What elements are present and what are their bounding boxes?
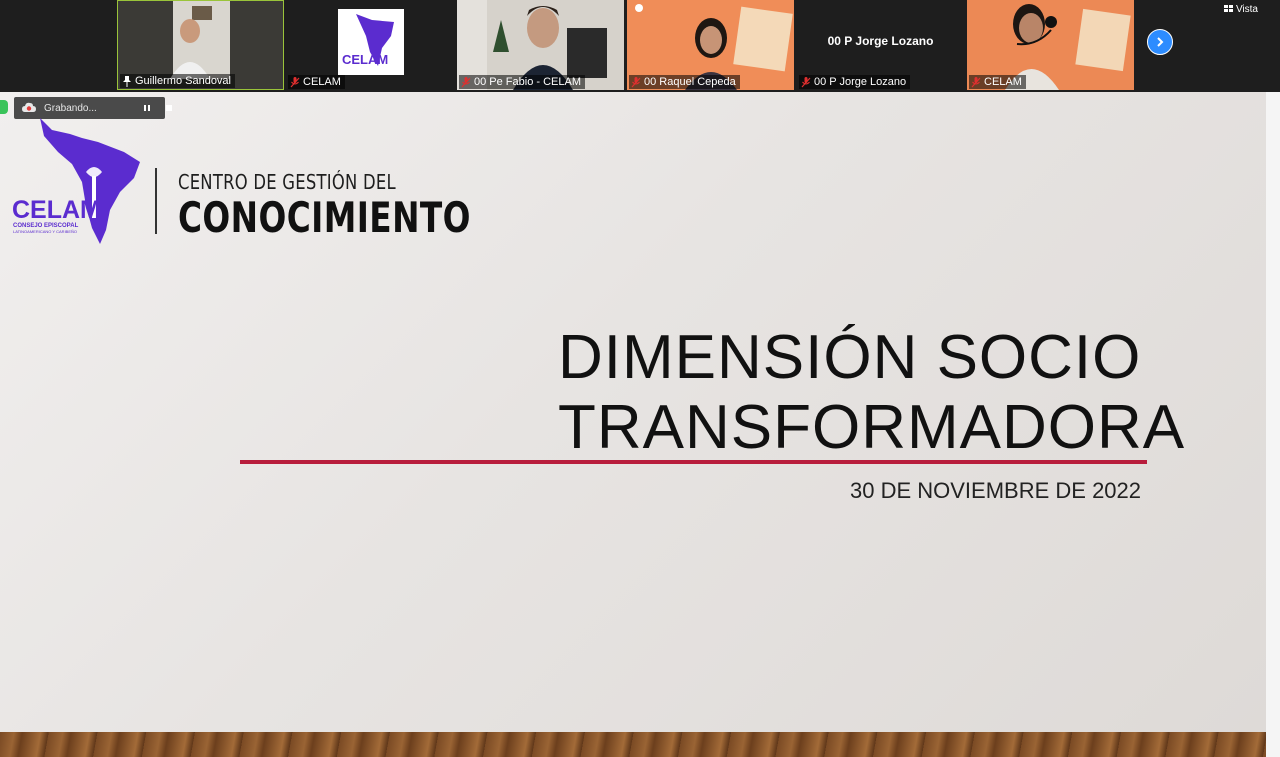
slide-floor-border	[0, 732, 1266, 757]
participant-tile-celam-host[interactable]: CELAM	[967, 0, 1134, 90]
participant-strip: Guillermo Sandoval CELAM CELAM 00 Pe Fab…	[0, 0, 1280, 92]
video-off-name: 00 P Jorge Lozano	[827, 34, 934, 48]
title-underline	[240, 460, 1147, 464]
logo-brand-sub2: LATINOAMERICANO Y CARIBEÑO	[13, 229, 77, 234]
participant-label: Guillermo Sandoval	[120, 74, 235, 88]
participant-tile-guillermo[interactable]: Guillermo Sandoval	[117, 0, 284, 90]
participant-label: 00 Raquel Cepeda	[629, 75, 740, 89]
participant-tile-celam-logo[interactable]: CELAM CELAM	[286, 0, 453, 90]
mic-muted-icon	[290, 76, 300, 87]
participant-label: 00 P Jorge Lozano	[799, 75, 911, 89]
recording-bar: Grabando...	[14, 97, 172, 119]
slide-title-line-1: DIMENSIÓN SOCIO	[558, 323, 1142, 392]
participant-label: CELAM	[288, 75, 345, 89]
grid-icon	[1223, 5, 1233, 12]
stop-recording-button[interactable]	[160, 99, 178, 117]
participant-tile-fabio[interactable]: 00 Pe Fabio - CELAM	[457, 0, 624, 90]
participant-tile-jorge[interactable]: 00 P Jorge Lozano 00 P Jorge Lozano	[797, 0, 964, 90]
pin-icon	[123, 75, 131, 87]
participant-label: 00 Pe Fabio - CELAM	[459, 75, 585, 89]
next-participants-button[interactable]	[1147, 29, 1173, 55]
svg-text:CELAM: CELAM	[342, 52, 388, 67]
pause-recording-button[interactable]	[138, 99, 156, 117]
stop-icon	[166, 105, 172, 111]
view-label: Vista	[1235, 3, 1258, 15]
slide-date: 30 DE NOVIEMBRE DE 2022	[850, 478, 1142, 503]
cloud-record-icon	[22, 102, 36, 112]
mic-muted-icon	[801, 76, 811, 87]
view-button[interactable]: Vista	[1223, 2, 1258, 16]
participant-tile-raquel[interactable]: 00 Raquel Cepeda	[627, 0, 794, 90]
screen-edge	[1266, 92, 1280, 757]
pause-icon	[144, 105, 150, 111]
logo-line-2: CONOCIMIENTO	[178, 193, 471, 242]
mic-muted-icon	[971, 76, 981, 87]
logo-divider	[155, 168, 157, 234]
participant-label: CELAM	[969, 75, 1026, 89]
mic-muted-icon	[631, 76, 641, 87]
recording-label: Grabando...	[44, 102, 97, 114]
slide-title-line-2: TRANSFORMADORA	[558, 393, 1186, 462]
chevron-right-icon	[1157, 37, 1164, 47]
mic-muted-icon	[461, 76, 471, 87]
security-indicator	[0, 100, 8, 114]
logo-brand: CELAM	[12, 196, 101, 224]
logo-line-1: CENTRO DE GESTIÓN DEL	[178, 170, 396, 194]
